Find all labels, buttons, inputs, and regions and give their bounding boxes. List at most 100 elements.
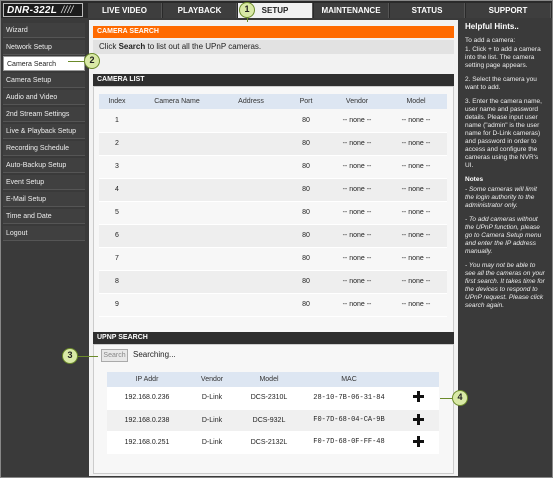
sidebar-item-time-date[interactable]: Time and Date xyxy=(3,209,85,224)
desc-prefix: Click xyxy=(99,42,119,51)
cell-address xyxy=(219,155,283,179)
camera-list-body: 1 80 -- none -- -- none -- 2 80 -- none -- -- n… xyxy=(99,109,447,317)
cell-camera-name xyxy=(135,224,219,248)
cell-address xyxy=(219,178,283,202)
help-notes-title: Notes xyxy=(465,176,484,183)
col-add xyxy=(397,372,439,387)
cell-address xyxy=(219,293,283,317)
cell-index: 8 xyxy=(99,270,135,294)
tab-status[interactable]: STATUS xyxy=(390,3,465,18)
cell-camera-name xyxy=(135,270,219,294)
sidebar: Wizard Network Setup Camera Search Camer… xyxy=(1,20,85,476)
cell-port: 80 xyxy=(283,201,329,225)
cell-vendor: -- none -- xyxy=(329,155,385,179)
cell-index: 9 xyxy=(99,293,135,317)
cell-model: -- none -- xyxy=(385,224,447,248)
col-upnp-model: Model xyxy=(237,372,301,387)
cell-port: 80 xyxy=(283,178,329,202)
col-upnp-vendor: Vendor xyxy=(187,372,237,387)
cell-port: 80 xyxy=(283,224,329,248)
logo: DNR-322L//// xyxy=(3,3,83,17)
table-row[interactable]: 2 80 -- none -- -- none -- xyxy=(99,132,447,156)
search-button[interactable]: Search xyxy=(101,349,128,362)
cell-upnp-vendor: D-Link xyxy=(187,409,237,432)
cell-mac: F0-7D-68-0F-FF-48 xyxy=(301,431,397,454)
table-row[interactable]: 6 80 -- none -- -- none -- xyxy=(99,224,447,248)
upnp-search-header: UPNP SEARCH xyxy=(93,332,454,344)
table-row: 192.168.0.238 D-Link DCS-932L F0-7D-68-04-C… xyxy=(107,409,439,432)
sidebar-item-live-playback[interactable]: Live & Playback Setup xyxy=(3,124,85,139)
cell-model: -- none -- xyxy=(385,270,447,294)
table-row[interactable]: 4 80 -- none -- -- none -- xyxy=(99,178,447,202)
cell-address xyxy=(219,201,283,225)
cell-port: 80 xyxy=(283,247,329,271)
sidebar-item-logout[interactable]: Logout xyxy=(3,226,85,241)
sidebar-item-2nd-stream[interactable]: 2nd Stream Settings xyxy=(3,107,85,122)
sidebar-item-email-setup[interactable]: E-Mail Setup xyxy=(3,192,85,207)
cell-port: 80 xyxy=(283,155,329,179)
help-note-1: - Some cameras will limit the login auth… xyxy=(465,186,537,209)
help-title: Helpful Hints.. xyxy=(465,22,519,31)
cell-index: 3 xyxy=(99,155,135,179)
camera-list-header-row: Index Camera Name Address Port Vendor Mo… xyxy=(99,94,447,109)
callout-2: 2 xyxy=(84,53,100,69)
cell-ip-addr: 192.168.0.251 xyxy=(107,431,187,454)
cell-vendor: -- none -- xyxy=(329,178,385,202)
cell-ip-addr: 192.168.0.238 xyxy=(107,409,187,432)
table-row[interactable]: 9 80 -- none -- -- none -- xyxy=(99,293,447,317)
callout-2-line xyxy=(68,61,84,62)
sidebar-item-event-setup[interactable]: Event Setup xyxy=(3,175,85,190)
table-row[interactable]: 5 80 -- none -- -- none -- xyxy=(99,201,447,225)
sidebar-item-camera-search[interactable]: Camera Search xyxy=(3,56,85,71)
cell-model: -- none -- xyxy=(385,132,447,156)
desc-suffix: to list out all the UPnP cameras. xyxy=(145,42,262,51)
tab-support[interactable]: SUPPORT xyxy=(466,3,551,18)
help-note-3: - You may not be able to see all the cam… xyxy=(465,262,545,309)
cell-camera-name xyxy=(135,293,219,317)
plus-icon[interactable] xyxy=(412,391,424,403)
col-mac: MAC xyxy=(301,372,397,387)
cell-camera-name xyxy=(135,109,219,133)
sidebar-item-wizard[interactable]: Wizard xyxy=(3,23,85,38)
col-index: Index xyxy=(99,94,135,109)
cell-index: 1 xyxy=(99,109,135,133)
table-row[interactable]: 8 80 -- none -- -- none -- xyxy=(99,270,447,294)
callout-3-line xyxy=(76,356,98,357)
cell-camera-name xyxy=(135,247,219,271)
cell-upnp-model: DCS-2310L xyxy=(237,387,301,410)
tab-playback[interactable]: PLAYBACK xyxy=(163,3,237,18)
cell-vendor: -- none -- xyxy=(329,247,385,271)
col-model: Model xyxy=(385,94,447,109)
table-row[interactable]: 1 80 -- none -- -- none -- xyxy=(99,109,447,133)
upnp-results-body: 192.168.0.236 D-Link DCS-2310L 28-10-7B-06-… xyxy=(107,387,439,454)
tab-live-video[interactable]: LIVE VIDEO xyxy=(88,3,162,18)
help-intro: To add a camera: xyxy=(465,37,516,44)
plus-icon[interactable] xyxy=(412,435,424,447)
cell-upnp-model: DCS-932L xyxy=(237,409,301,432)
table-row: 192.168.0.236 D-Link DCS-2310L 28-10-7B-06-… xyxy=(107,387,439,410)
col-camera-name: Camera Name xyxy=(135,94,219,109)
cell-upnp-model: DCS-2132L xyxy=(237,431,301,454)
cell-model: -- none -- xyxy=(385,247,447,271)
sidebar-item-audio-video[interactable]: Audio and Video xyxy=(3,90,85,105)
cell-upnp-vendor: D-Link xyxy=(187,431,237,454)
cell-vendor: -- none -- xyxy=(329,293,385,317)
sidebar-item-camera-setup[interactable]: Camera Setup xyxy=(3,73,85,88)
sidebar-item-recording-schedule[interactable]: Recording Schedule xyxy=(3,141,85,156)
camera-search-header: CAMERA SEARCH xyxy=(93,26,454,38)
sidebar-item-auto-backup[interactable]: Auto-Backup Setup xyxy=(3,158,85,173)
callout-1: 1 xyxy=(239,2,255,18)
table-row[interactable]: 3 80 -- none -- -- none -- xyxy=(99,155,447,179)
cell-index: 6 xyxy=(99,224,135,248)
help-panel: Helpful Hints.. To add a camera: 1. Clic… xyxy=(461,20,551,476)
cell-port: 80 xyxy=(283,270,329,294)
cell-port: 80 xyxy=(283,293,329,317)
logo-slashes: //// xyxy=(61,5,74,16)
cell-mac: 28-10-7B-06-31-84 xyxy=(301,387,397,410)
plus-icon[interactable] xyxy=(412,413,424,425)
table-row[interactable]: 7 80 -- none -- -- none -- xyxy=(99,247,447,271)
camera-list-header: CAMERA LIST xyxy=(93,74,454,86)
sidebar-item-network-setup[interactable]: Network Setup xyxy=(3,40,85,55)
tab-maintenance[interactable]: MAINTENANCE xyxy=(314,3,389,18)
cell-camera-name xyxy=(135,201,219,225)
